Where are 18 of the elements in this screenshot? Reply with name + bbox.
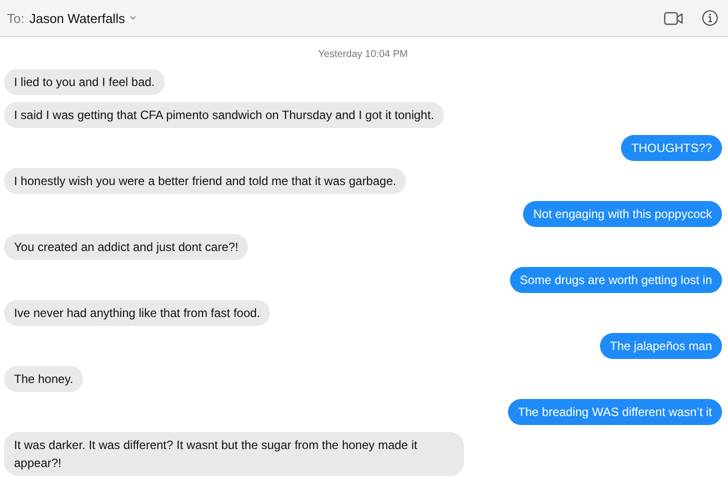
received-message-bubble: The honey. [4, 366, 84, 392]
sent-message-bubble: Not engaging with this poppycock [523, 201, 722, 227]
info-icon[interactable] [702, 10, 718, 26]
received-message-bubble: I lied to you and I feel bad. [4, 69, 165, 95]
sent-message-bubble: THOUGHTS?? [621, 135, 722, 161]
video-camera-icon[interactable] [664, 12, 683, 24]
to-label: To: [7, 10, 24, 26]
sent-message-bubble: The jalapeños man [600, 333, 722, 359]
received-message-bubble: I honestly wish you were a better friend and told me that it was garbage. [4, 168, 406, 194]
received-message-bubble: It was darker. It was different? It wasnt but the sugar from the honey made it appear?! [4, 432, 464, 476]
timestamp: Yesterday 10:04 PM [317, 49, 409, 60]
sent-message-bubble: The breading WAS different wasn’t it [508, 399, 722, 425]
received-message-bubble: Ive never had anything like that from fast food. [4, 300, 270, 326]
received-message-bubble: You created an addict and just dont care?! [4, 234, 248, 260]
recipient-name[interactable]: Jason Waterfalls [29, 10, 125, 26]
chevron-icon[interactable] [130, 16, 136, 20]
received-message-bubble: I said I was getting that CFA pimento sandwich on Thursday and I got it tonight. [4, 102, 444, 128]
sent-message-bubble: Some drugs are worth getting lost in [510, 267, 722, 293]
